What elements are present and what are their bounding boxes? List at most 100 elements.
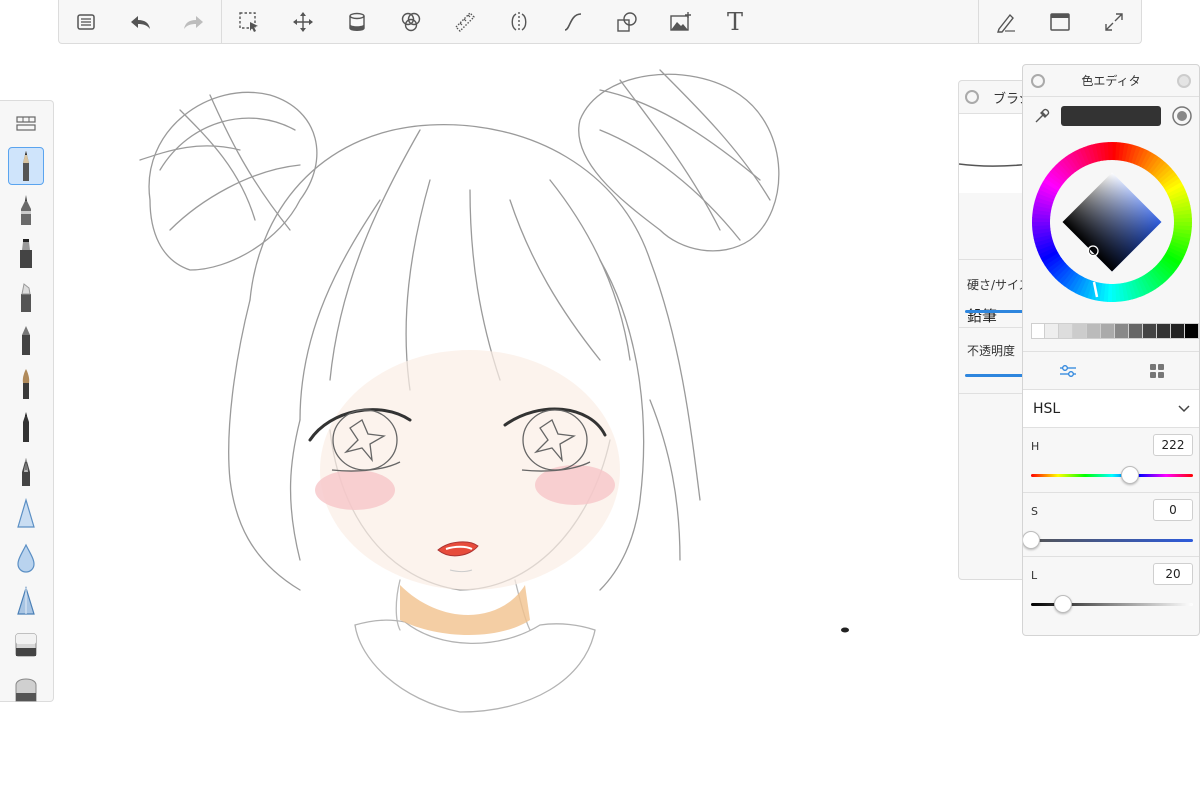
gray-swatch[interactable] [1143,323,1157,339]
channel-slider-knob[interactable] [1121,466,1140,484]
ink-pen-brush-icon [21,194,31,225]
fountain-pen-brush-icon [22,457,30,486]
app-window: T ブラシ 鉛筆 硬さ/サイズ: 不透明度 色エディタ HSL H 222 S … [0,0,1200,800]
ink-pen-brush-button[interactable] [8,191,44,229]
brush-palette [0,100,54,702]
pencil-brush-icon [23,151,29,181]
channel-slider-knob[interactable] [1054,595,1072,613]
selection-button[interactable] [222,0,276,44]
text-tool-icon: T [726,7,743,36]
slider-h: H 222 [1023,428,1199,492]
panel-close-button[interactable] [1177,74,1191,88]
color-editor-header: 色エディタ [1023,65,1199,97]
channel-value-input[interactable]: 222 [1153,434,1193,456]
hard-eraser-brush-button[interactable] [8,669,44,707]
tab-swatches[interactable] [1112,352,1199,390]
gray-swatch[interactable] [1115,323,1129,339]
fountain-pen-brush-button[interactable] [8,452,44,490]
color-editor-title: 色エディタ [1081,74,1141,88]
undo-button[interactable] [113,0,167,44]
eyedropper-icon[interactable] [1033,107,1051,125]
gallery-menu-button[interactable] [59,0,113,44]
gray-swatch[interactable] [1157,323,1171,339]
brush-palette-toggle-button[interactable] [8,105,44,143]
watercolor-drop-brush-button[interactable] [8,539,44,577]
fullscreen-button[interactable] [1087,0,1141,44]
window-button[interactable] [1033,0,1087,44]
smudge-brush-icon [17,585,35,615]
color-editor-tabs [1023,351,1199,390]
transform-button[interactable] [276,0,330,44]
gray-swatch[interactable] [1087,323,1101,339]
chevron-down-icon [1178,405,1190,413]
undo-icon [131,15,150,29]
transform-icon [293,11,313,32]
ballpoint-pen-brush-icon [22,326,30,355]
top-toolbar: T [58,0,1142,44]
chisel-marker-brush-button[interactable] [8,278,44,316]
channel-track[interactable] [1031,474,1193,477]
soft-eraser-brush-button[interactable] [8,626,44,664]
channel-label: L [1031,569,1038,582]
paint-bucket-button[interactable] [330,0,384,44]
color-mode-label: HSL [1033,401,1061,417]
slider-l: L 20 [1023,556,1199,620]
ballpoint-pen-brush-button[interactable] [8,321,44,359]
gray-swatch[interactable] [1031,323,1045,339]
gray-swatch[interactable] [1101,323,1115,339]
curve-button[interactable] [546,0,600,44]
chisel-marker-brush-icon [21,282,31,312]
channel-track[interactable] [1031,539,1193,542]
channel-value-input[interactable]: 0 [1153,499,1193,521]
gray-swatch[interactable] [1171,323,1185,339]
gray-swatch[interactable] [1129,323,1143,339]
redo-button[interactable] [167,0,221,44]
gray-swatches [1031,323,1199,339]
fullscreen-icon [1105,12,1123,31]
sliders-icon [1059,365,1076,377]
current-color-row [1023,103,1199,131]
shape-button[interactable] [600,0,654,44]
color-puck-icon[interactable] [1171,105,1193,127]
color-mode-select[interactable]: HSL [1023,390,1199,428]
panel-collapse-button[interactable] [1031,74,1045,88]
gallery-menu-icon [77,13,95,30]
color-wheel[interactable] [1031,141,1193,303]
watercolor-drop-brush-icon [17,543,35,573]
channel-label: S [1031,505,1038,518]
gray-swatch[interactable] [1073,323,1087,339]
color-blend-icon [401,12,421,31]
paintbrush-brush-icon [22,368,30,399]
pencil-brush-button[interactable] [8,147,44,185]
marker-brush-icon [20,239,32,268]
marker-brush-button[interactable] [8,234,44,272]
hard-eraser-brush-icon [15,678,37,702]
channel-value-input[interactable]: 20 [1153,563,1193,585]
airbrush-brush-button[interactable] [8,495,44,533]
channel-slider-knob[interactable] [1023,531,1040,549]
pen-settings-button[interactable] [979,0,1033,44]
selection-icon [239,11,258,32]
opacity-label: 不透明度 [967,344,1016,358]
insert-image-button[interactable] [654,0,708,44]
symmetry-button[interactable] [492,0,546,44]
color-blend-button[interactable] [384,0,438,44]
color-editor-panel: 色エディタ HSL H 222 S 0 L 20 [1022,64,1200,636]
saturation-lightness-square[interactable] [1062,172,1162,272]
fine-liner-brush-button[interactable] [8,408,44,446]
ruler-button[interactable] [438,0,492,44]
insert-image-icon [670,11,691,31]
color-mode-row: HSL [1023,389,1199,428]
gray-swatch[interactable] [1185,323,1199,339]
gray-swatch[interactable] [1059,323,1073,339]
panel-collapse-button[interactable] [965,90,979,104]
paintbrush-brush-button[interactable] [8,365,44,403]
airbrush-brush-icon [17,497,35,528]
gray-swatch[interactable] [1045,323,1059,339]
text-tool-button[interactable]: T [708,0,762,44]
current-color-swatch [1061,106,1161,126]
smudge-brush-button[interactable] [8,582,44,620]
paint-bucket-icon [349,12,365,31]
tab-sliders[interactable] [1023,352,1112,390]
hsl-sliders: H 222 S 0 L 20 [1023,427,1199,620]
